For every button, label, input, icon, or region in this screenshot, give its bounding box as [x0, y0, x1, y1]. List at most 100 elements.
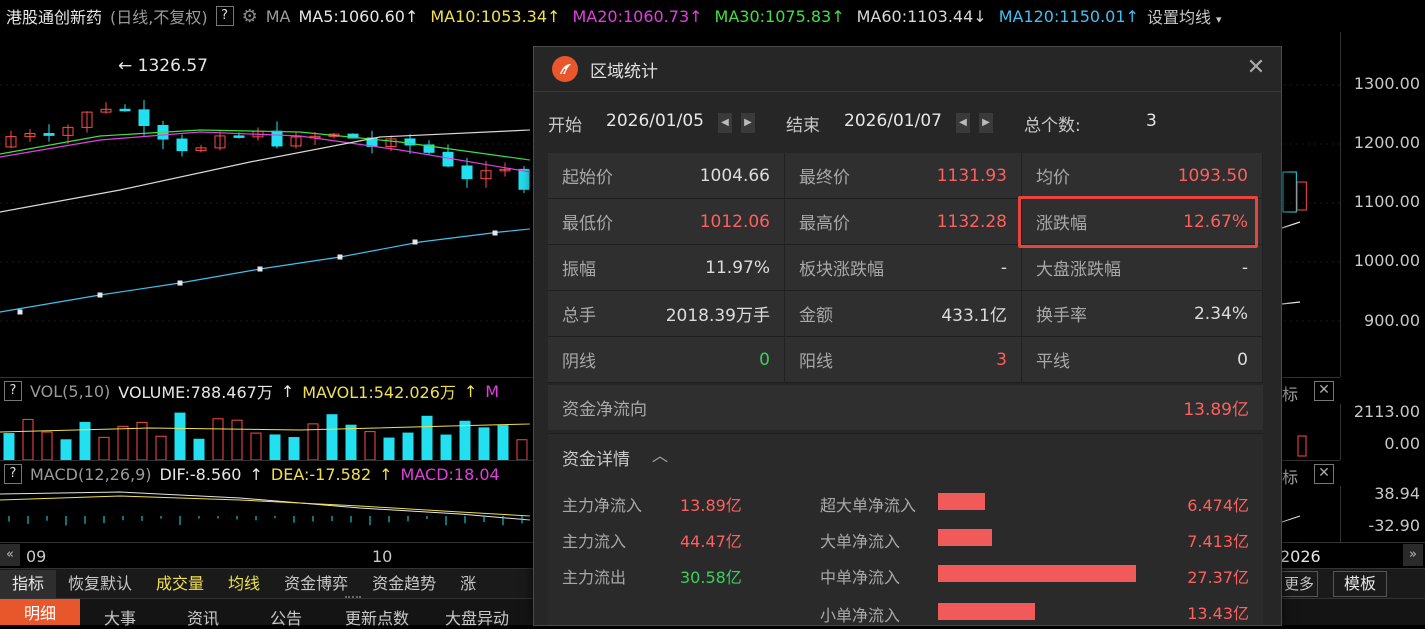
details-header[interactable]: 资金详情 ︿: [548, 433, 1263, 479]
tab-events[interactable]: 大事: [104, 605, 136, 629]
stat-value: -: [1000, 257, 1007, 278]
stat-value: -: [1241, 257, 1248, 278]
stat-value: 1131.93: [936, 165, 1007, 186]
ma120-marker: [97, 292, 103, 298]
volume-bar: [345, 424, 357, 460]
tab-announcements[interactable]: 公告: [270, 605, 302, 629]
ma120-marker: [412, 239, 418, 245]
tab-detail[interactable]: 明细: [0, 599, 80, 625]
order-flow-value: 6.474亿: [1187, 496, 1249, 515]
tab-news[interactable]: 资讯: [187, 605, 219, 629]
stat-cell: 换手率 2.34%: [1022, 291, 1263, 336]
stat-value: 1132.28: [936, 211, 1007, 232]
candle-body: [518, 168, 530, 190]
ma-value: MA20:1060.73↑: [572, 6, 703, 26]
stat-cell: 总手 2018.39万手: [548, 291, 785, 336]
stat-cell: 起始价 1004.66: [548, 153, 785, 198]
volume-bar: [22, 418, 34, 460]
flow-value: 13.89亿: [680, 496, 742, 515]
volume-label[interactable]: VOL(5,10): [30, 382, 110, 401]
volume-bar: [231, 419, 243, 460]
stats-grid: 起始价 1004.66 最终价 1131.93 均价 1093.50 最低价 1012.…: [548, 153, 1263, 383]
volume-bar: [402, 432, 414, 460]
ma-settings-button[interactable]: 设置均线 ▾: [1147, 4, 1222, 28]
stat-cell: 振幅 11.97%: [548, 245, 785, 290]
candle-body: [1282, 171, 1297, 213]
start-date[interactable]: 2026/01/05: [606, 111, 704, 131]
scroll-left-icon[interactable]: «: [0, 544, 20, 566]
stat-value: 1012.06: [699, 211, 770, 232]
stat-cell: 板块涨跌幅 -: [785, 245, 1022, 290]
toolbar-item[interactable]: 涨: [448, 570, 488, 598]
dif-line: [1281, 515, 1301, 523]
volume-bar: [269, 434, 281, 460]
close-icon[interactable]: ✕: [1245, 57, 1267, 79]
tab-points[interactable]: 更新点数: [345, 605, 409, 629]
tab-label: 明细: [23, 604, 56, 623]
volume-bar: [98, 436, 110, 460]
volume-help-button[interactable]: ?: [4, 381, 22, 401]
macd-axis: 38.94 -32.90: [1340, 484, 1425, 542]
toolbar-item[interactable]: 资金博弈: [272, 570, 360, 598]
toolbar-item[interactable]: 资金趋势: [360, 570, 448, 598]
stat-label: 平线: [1036, 352, 1070, 372]
details-label: 资金详情: [562, 450, 630, 470]
volume-bar: [364, 431, 376, 460]
toolbar-item[interactable]: 恢复默认: [56, 570, 144, 598]
mavol1-value: MAVOL1:542.026万: [302, 383, 456, 402]
volume-close-icon[interactable]: ✕: [1314, 381, 1334, 401]
stats-row: 起始价 1004.66 最终价 1131.93 均价 1093.50: [548, 153, 1263, 199]
stat-label: 大盘涨跌幅: [1036, 260, 1121, 280]
help-button[interactable]: ?: [215, 6, 234, 26]
volume-axis: 2113.00 0.00: [1340, 402, 1425, 460]
macd-help-button[interactable]: ?: [4, 464, 22, 484]
flow-label: 主力净流入: [562, 496, 643, 515]
candle-body: [461, 165, 473, 180]
toolbar-item[interactable]: 指标: [0, 570, 57, 598]
date-tick: 10: [372, 547, 393, 566]
end-next-icon[interactable]: ▶: [979, 113, 993, 133]
highlight-box: [1018, 196, 1258, 248]
stat-label: 最低价: [562, 214, 613, 234]
start-prev-icon[interactable]: ◀: [718, 113, 732, 133]
end-date[interactable]: 2026/01/07: [844, 111, 942, 131]
net-flow-row: 资金净流向 13.89亿: [548, 385, 1263, 430]
template-button[interactable]: 模板: [1333, 571, 1387, 597]
candle-body: [271, 130, 283, 147]
volume-bar: [193, 438, 205, 460]
ma120-marker: [257, 266, 263, 272]
dialog-titlebar[interactable]: 区域统计 ✕: [534, 47, 1281, 92]
dif-arrow: ↑: [249, 464, 263, 484]
ma120-line: [0, 228, 531, 313]
stat-label: 金额: [799, 306, 833, 326]
candle-body: [233, 135, 245, 138]
toolbar-item[interactable]: 均线: [216, 570, 272, 598]
collapse-icon[interactable]: ︿: [652, 442, 668, 466]
ma-label: MA: [265, 6, 291, 26]
volume-bar: [326, 414, 338, 460]
ma120-marker: [492, 230, 498, 236]
range-stats-dialog: 区域统计 ✕ 开始 2026/01/05 ◀ ▶ 结束 2026/01/07 ◀…: [533, 46, 1282, 626]
price-tick: 900.00: [1364, 311, 1420, 330]
start-next-icon[interactable]: ▶: [741, 113, 755, 133]
ma-value: MA5:1060.60↑: [298, 6, 419, 26]
macd-value: MACD:18.04: [400, 464, 500, 484]
price-tick: 1200.00: [1353, 133, 1420, 152]
chart-mode[interactable]: (日线,不复权): [110, 4, 208, 28]
more-button[interactable]: 更多: [1280, 571, 1318, 597]
volume-right-tab[interactable]: 标: [1282, 381, 1298, 405]
stat-value: 1093.50: [1177, 165, 1248, 186]
scroll-right-icon[interactable]: »: [1403, 544, 1423, 566]
tab-market-moves[interactable]: 大盘异动: [445, 605, 509, 629]
macd-label[interactable]: MACD(12,26,9): [30, 465, 152, 484]
order-flow-value: 27.37亿: [1187, 568, 1249, 587]
macd-close-icon[interactable]: ✕: [1314, 464, 1334, 484]
macd-right-tab[interactable]: 标: [1282, 464, 1298, 488]
volume-bar: [383, 437, 395, 460]
gear-icon[interactable]: ⚙: [242, 6, 258, 27]
macd-tick: -32.90: [1368, 516, 1420, 535]
toolbar-item[interactable]: 成交量: [144, 570, 216, 598]
dif-value: DIF:-8.560: [159, 464, 242, 484]
end-prev-icon[interactable]: ◀: [956, 113, 970, 133]
price-tick: 1000.00: [1353, 251, 1420, 270]
